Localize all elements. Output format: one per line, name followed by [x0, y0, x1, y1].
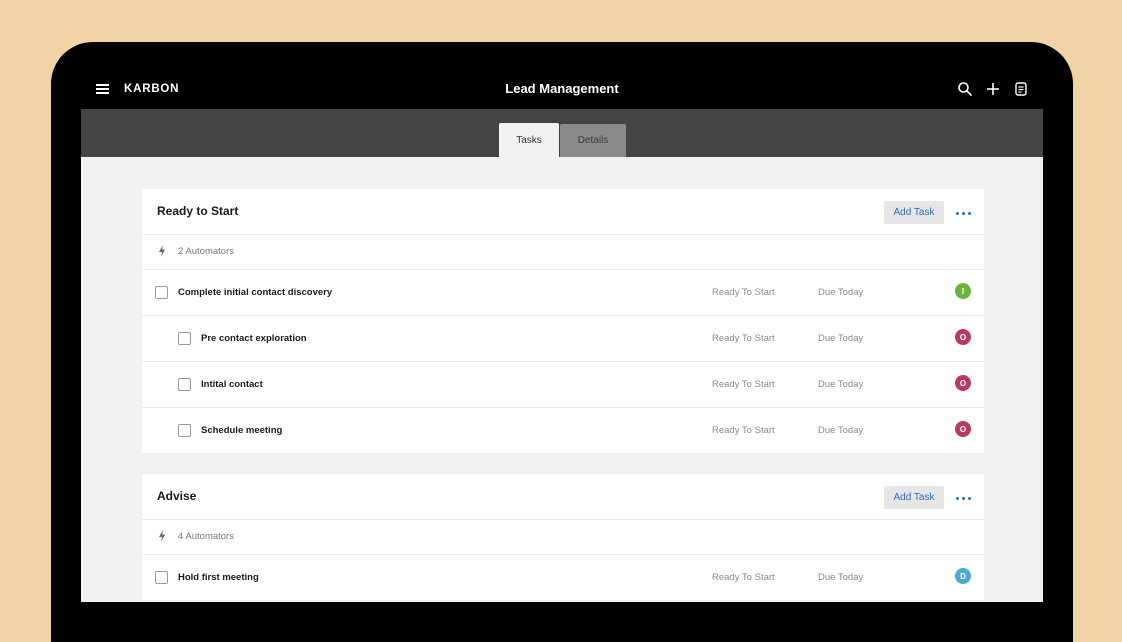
task-due-date: Due Today [818, 425, 864, 436]
top-bar: KARBON Lead Management [81, 70, 1043, 109]
section-header: Ready to Start Add Task [142, 189, 984, 235]
tab-bar: Tasks Details [81, 109, 1043, 157]
assignee-avatar[interactable]: I [955, 283, 971, 299]
task-checkbox[interactable] [178, 332, 191, 345]
task-name[interactable]: Hold first meeting [178, 572, 259, 583]
task-row[interactable]: Pre contact exploration Ready To Start D… [142, 316, 984, 362]
task-row[interactable]: Intital contact Ready To Start Due Today… [142, 362, 984, 408]
task-checkbox[interactable] [178, 378, 191, 391]
task-due-date: Due Today [818, 287, 864, 298]
task-row[interactable]: Hold first meeting Ready To Start Due To… [142, 555, 984, 600]
ellipsis-icon[interactable] [956, 497, 972, 501]
task-status: Ready To Start [712, 287, 775, 298]
assignee-avatar[interactable]: O [955, 375, 971, 391]
task-due-date: Due Today [818, 572, 864, 583]
task-row[interactable]: Schedule meeting Ready To Start Due Toda… [142, 408, 984, 453]
task-due-date: Due Today [818, 333, 864, 344]
task-checkbox[interactable] [178, 424, 191, 437]
automators-count: 4 Automators [178, 531, 234, 542]
task-name[interactable]: Complete initial contact discovery [178, 287, 332, 298]
assignee-avatar[interactable]: O [955, 329, 971, 345]
add-task-button[interactable]: Add Task [884, 486, 944, 509]
section-title: Advise [157, 489, 197, 503]
assignee-avatar[interactable]: D [955, 568, 971, 584]
page-title: Lead Management [505, 81, 619, 96]
task-name[interactable]: Schedule meeting [201, 425, 282, 436]
plus-icon[interactable] [985, 81, 1001, 97]
task-checkbox[interactable] [155, 571, 168, 584]
task-status: Ready To Start [712, 425, 775, 436]
task-due-date: Due Today [818, 379, 864, 390]
automators-count: 2 Automators [178, 246, 234, 257]
task-name[interactable]: Intital contact [201, 379, 263, 390]
tab-details[interactable]: Details [560, 124, 626, 157]
task-section-ready-to-start: Ready to Start Add Task 2 Automators Com… [142, 189, 984, 453]
search-icon[interactable] [957, 81, 973, 97]
assignee-avatar[interactable]: O [955, 421, 971, 437]
ellipsis-icon[interactable] [956, 212, 972, 216]
notes-icon[interactable] [1013, 81, 1029, 97]
task-status: Ready To Start [712, 379, 775, 390]
app-screen: KARBON Lead Management Tasks Details Rea… [81, 70, 1043, 602]
tab-tasks[interactable]: Tasks [499, 123, 559, 157]
automators-row[interactable]: 4 Automators [142, 520, 984, 555]
task-name[interactable]: Pre contact exploration [201, 333, 307, 344]
task-row[interactable]: Complete initial contact discovery Ready… [142, 270, 984, 316]
task-section-advise: Advise Add Task 4 Automators Hold first … [142, 474, 984, 600]
add-task-button[interactable]: Add Task [884, 201, 944, 224]
lightning-bolt-icon [159, 530, 165, 542]
task-checkbox[interactable] [155, 286, 168, 299]
section-title: Ready to Start [157, 204, 239, 218]
task-status: Ready To Start [712, 333, 775, 344]
section-header: Advise Add Task [142, 474, 984, 520]
automators-row[interactable]: 2 Automators [142, 235, 984, 270]
lightning-bolt-icon [159, 245, 165, 257]
task-status: Ready To Start [712, 572, 775, 583]
